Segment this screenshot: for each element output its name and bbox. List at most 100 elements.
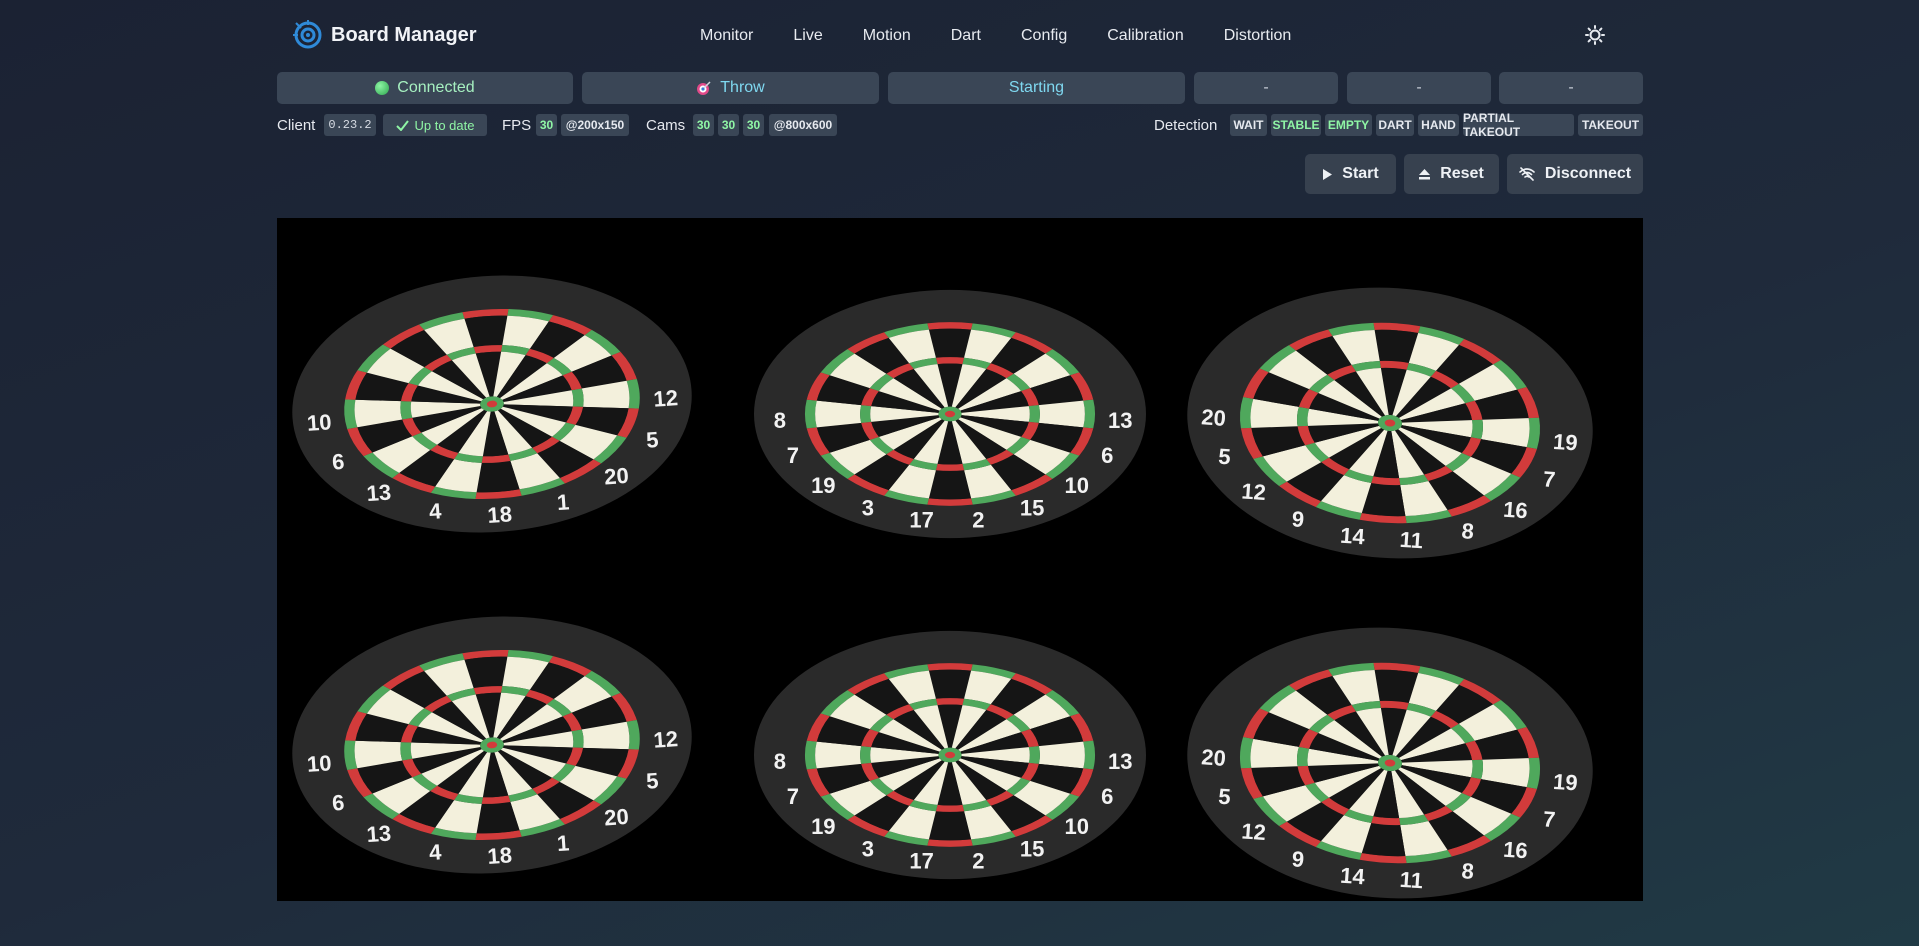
board-number: 19 <box>811 814 835 839</box>
triple-segment <box>1470 759 1483 780</box>
update-status-label: Up to date <box>414 117 475 133</box>
dartboard-view-6: 20 5 12 9 14 11 8 16 7 19 <box>1187 627 1593 899</box>
board-number: 16 <box>1502 837 1528 864</box>
app-title: Board Manager <box>331 23 477 46</box>
triple-segment <box>1470 419 1483 440</box>
board-number: 12 <box>1241 818 1267 845</box>
board-number: 18 <box>487 842 513 869</box>
dartboard-view-5: 87 19 3 17 2 15 10 6 13 <box>754 630 1146 880</box>
board-number: 13 <box>366 820 392 847</box>
board-number: 7 <box>1542 806 1556 832</box>
sun-icon <box>1585 25 1605 45</box>
start-button[interactable]: Start <box>1305 154 1396 194</box>
nav-config[interactable]: Config <box>1021 27 1067 45</box>
board-number: 14 <box>1339 863 1366 890</box>
board-number: 15 <box>1020 837 1044 862</box>
board-number: 11 <box>1399 867 1424 894</box>
connection-status: Connected <box>277 72 573 104</box>
double-segment <box>927 663 973 671</box>
outer-single-segment <box>1038 400 1085 428</box>
target-logo-icon <box>293 20 322 49</box>
board-number: 20 <box>1201 744 1227 771</box>
reset-button[interactable]: Reset <box>1404 154 1499 194</box>
brand[interactable]: Board Manager <box>293 20 477 50</box>
board-number: 8 <box>774 749 786 774</box>
bullseye <box>944 751 956 759</box>
detection-state-hand: HAND <box>1418 114 1459 136</box>
main-menu: Monitor Live Motion Dart Config Calibrat… <box>700 27 1331 45</box>
double-segment <box>1083 399 1096 429</box>
board-number: 7 <box>787 443 799 468</box>
slot-label: - <box>1416 79 1422 96</box>
board-number: 13 <box>1108 749 1132 774</box>
board-number: 12 <box>1241 478 1267 505</box>
detection-state-empty: EMPTY <box>1325 114 1372 136</box>
board-number: 3 <box>862 496 874 521</box>
detection-state-wait: WAIT <box>1230 114 1267 136</box>
slot-label: - <box>1263 79 1269 96</box>
nav-live[interactable]: Live <box>793 27 822 45</box>
fps-value: 30 <box>536 114 557 136</box>
double-segment <box>927 839 973 847</box>
board-number: 1 <box>556 489 570 515</box>
dartboard-view-3: 20 5 12 9 14 11 8 16 7 19 <box>1187 287 1593 559</box>
board-number: 18 <box>487 501 513 528</box>
board-number: 6 <box>331 449 345 475</box>
status-slot-1: - <box>1194 72 1338 104</box>
board-number: 7 <box>1542 466 1556 492</box>
double-segment <box>1083 740 1096 770</box>
triple-segment <box>935 357 965 365</box>
detection-state-takeout: TAKEOUT <box>1578 114 1643 136</box>
board-number: 2 <box>972 507 984 532</box>
app-container: Board Manager Monitor Live Motion Dart C… <box>277 0 1643 901</box>
board-number: 6 <box>331 790 345 816</box>
board-number: 2 <box>972 848 984 873</box>
board-number: 9 <box>1291 846 1305 872</box>
board-number: 13 <box>1108 408 1132 433</box>
check-icon <box>395 119 409 131</box>
connection-label: Connected <box>397 79 475 96</box>
client-version: 0.23.2 <box>324 114 376 136</box>
dartboard-view-1: 106134 18 120512 <box>292 275 692 533</box>
board-number: 12 <box>653 726 679 753</box>
board-number: 14 <box>1339 523 1366 550</box>
action-buttons: Start Reset Disconnect <box>277 154 1643 194</box>
triple-segment <box>571 388 584 407</box>
board-number: 20 <box>603 463 629 490</box>
nav-dart[interactable]: Dart <box>951 27 981 45</box>
board-number: 20 <box>1201 404 1227 431</box>
board-number: 8 <box>1461 858 1475 884</box>
double-segment <box>804 740 817 770</box>
nav-monitor[interactable]: Monitor <box>700 27 753 45</box>
board-number: 12 <box>653 385 679 412</box>
dart-target-icon <box>697 81 711 95</box>
disconnect-button[interactable]: Disconnect <box>1507 154 1643 194</box>
wifi-off-icon <box>1519 167 1535 181</box>
board-number: 19 <box>811 473 835 498</box>
double-segment <box>927 322 973 330</box>
detection-state-dart: DART <box>1376 114 1414 136</box>
detection-label: Detection <box>1154 117 1218 134</box>
nav-calibration[interactable]: Calibration <box>1107 27 1183 45</box>
detection-state-stable: STABLE <box>1271 114 1321 136</box>
outer-single-segment <box>928 328 972 358</box>
triple-segment <box>1028 405 1040 423</box>
dartboard-views: 106134 18 12051287193 17 2 1510613 20512914 11 8… <box>292 275 1593 899</box>
board-number: 15 <box>1020 496 1044 521</box>
top-navbar: Board Manager Monitor Live Motion Dart C… <box>277 0 1643 75</box>
nav-distortion[interactable]: Distortion <box>1224 27 1292 45</box>
state-label: Starting <box>1008 79 1065 96</box>
mode-status: Throw <box>582 72 879 104</box>
outer-single-segment <box>815 400 862 428</box>
triple-segment <box>400 742 413 761</box>
triple-segment <box>935 698 965 706</box>
theme-toggle-button[interactable] <box>1585 25 1605 50</box>
camera-feed: 10 6 13 4 18 1 20 5 12 8 7 19 3 17 2 15 10 6 13 20 5 12 9 14 11 8… <box>277 218 1643 901</box>
update-status-badge: Up to date <box>383 114 487 136</box>
triple-segment <box>935 804 965 812</box>
state-status: Starting <box>888 72 1185 104</box>
disconnect-label: Disconnect <box>1544 165 1632 182</box>
info-row: Client 0.23.2 Up to date FPS 30 @200x150… <box>277 111 1643 139</box>
board-number: 10 <box>1064 473 1088 498</box>
nav-motion[interactable]: Motion <box>863 27 911 45</box>
